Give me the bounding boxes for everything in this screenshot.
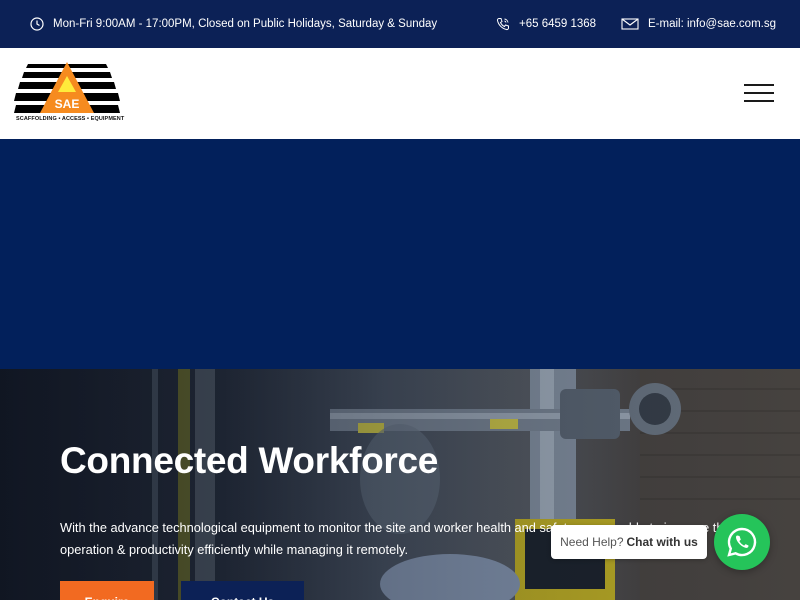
chat-cta: Chat with us	[626, 535, 698, 549]
whatsapp-icon	[727, 527, 757, 557]
hamburger-line	[744, 84, 774, 86]
chat-help-bubble[interactable]: Need Help? Chat with us	[551, 525, 707, 559]
hamburger-menu-icon[interactable]	[744, 84, 774, 102]
logo-tagline: SCAFFOLDING • ACCESS • EQUIPMENT	[16, 116, 125, 122]
site-header	[0, 48, 800, 139]
hero-banner-band	[0, 139, 800, 369]
email-contact[interactable]: E-mail: info@sae.com.sg	[621, 0, 776, 48]
hero-section	[0, 369, 800, 600]
hamburger-line	[744, 92, 774, 94]
hamburger-line	[744, 100, 774, 102]
enquire-button[interactable]: Enquire	[60, 581, 154, 600]
email-address[interactable]: E-mail: info@sae.com.sg	[648, 18, 776, 30]
hero-title: Connected Workforce	[60, 440, 439, 481]
phone-number[interactable]: +65 6459 1368	[519, 18, 596, 30]
whatsapp-button[interactable]	[714, 514, 770, 570]
phone-contact[interactable]: +65 6459 1368	[496, 0, 596, 48]
svg-text:SAE: SAE	[55, 97, 80, 111]
hero-overlay	[0, 369, 800, 600]
business-hours-text: Mon-Fri 9:00AM - 17:00PM, Closed on Publ…	[53, 18, 438, 30]
clock-icon	[30, 17, 44, 31]
top-info-bar: Mon-Fri 9:00AM - 17:00PM, Closed on Publ…	[0, 0, 800, 48]
business-hours: Mon-Fri 9:00AM - 17:00PM, Closed on Publ…	[30, 0, 437, 48]
envelope-icon	[621, 18, 639, 30]
chat-prefix: Need Help?	[560, 535, 624, 549]
contact-us-button[interactable]: Contact Us	[181, 581, 304, 600]
phone-icon	[496, 18, 509, 31]
